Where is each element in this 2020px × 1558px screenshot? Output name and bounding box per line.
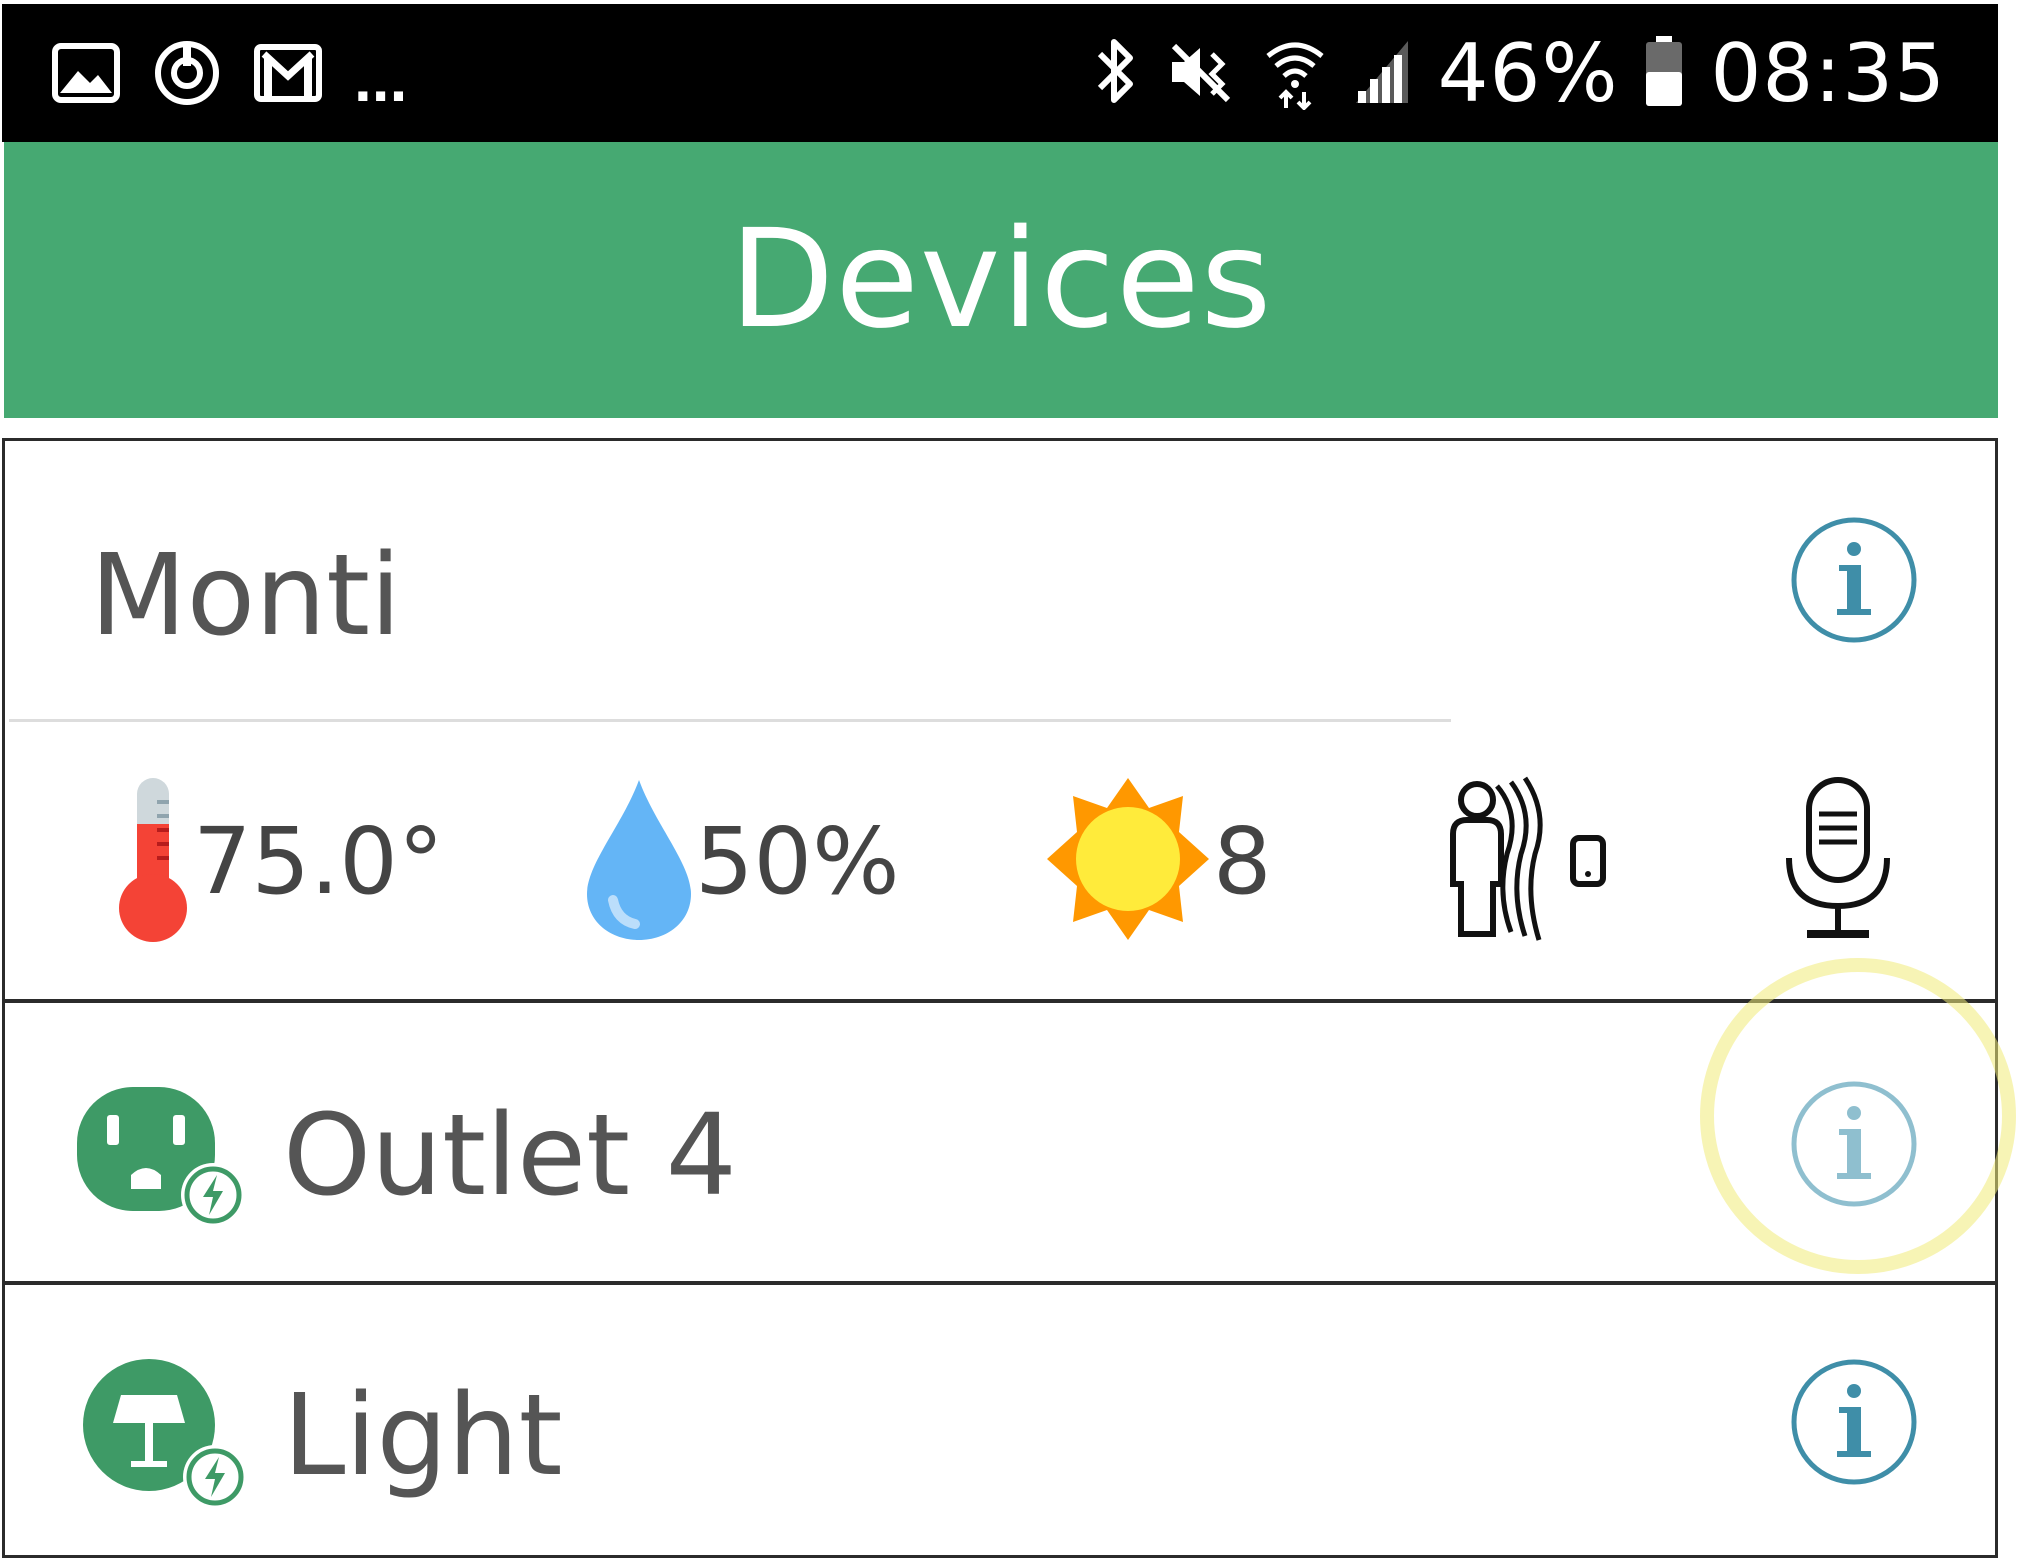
motion-sensor-icon: [1437, 774, 1617, 949]
sensor-row: 75.0° 50% 8: [5, 721, 1995, 1001]
light-value: 8: [1213, 807, 1272, 915]
cell-signal-icon: [1352, 37, 1412, 112]
outlet-icon: [73, 1083, 253, 1233]
lamp-icon: [79, 1355, 259, 1515]
gallery-icon: [52, 42, 120, 108]
temperature-value: 75.0°: [193, 807, 444, 915]
notification-overflow: ...: [354, 43, 408, 115]
app-bar: Devices: [4, 142, 1998, 418]
gmail-icon: [254, 43, 322, 107]
humidity-value: 50%: [695, 807, 900, 915]
info-icon[interactable]: [1789, 1079, 1919, 1209]
temperature-sensor: 75.0°: [113, 721, 444, 1001]
humidity-sensor: 50%: [583, 721, 899, 1001]
device-name: Light: [283, 1371, 563, 1501]
battery-icon: [1644, 35, 1684, 113]
info-icon[interactable]: [1789, 1357, 1919, 1487]
status-bar: ... 46% 08:35: [2, 4, 1998, 142]
app-bar-spacer: [4, 418, 1998, 440]
thermometer-icon: [113, 774, 193, 949]
device-card-monti[interactable]: Monti 75.0° 50% 8: [2, 438, 1998, 1002]
motion-sensor: [1437, 721, 1617, 1001]
clock: 08:35: [1710, 27, 1946, 120]
status-bar-right: 46% 08:35: [1092, 34, 1946, 114]
microphone-icon: [1783, 774, 1893, 949]
light-sensor: 8: [1043, 721, 1272, 1001]
sound-sensor: [1783, 721, 1893, 1001]
info-icon[interactable]: [1789, 515, 1919, 645]
sun-icon: [1043, 774, 1213, 949]
status-bar-left: ...: [52, 38, 408, 115]
battery-percent: 46%: [1437, 27, 1619, 120]
wifi-icon: [1264, 34, 1326, 115]
device-card-outlet-4[interactable]: Outlet 4: [2, 1000, 1998, 1284]
device-name: Outlet 4: [283, 1091, 737, 1221]
device-card-light[interactable]: Light: [2, 1282, 1998, 1558]
device-name: Monti: [90, 531, 402, 661]
vibrate-mute-icon: [1166, 36, 1238, 113]
bluetooth-icon: [1092, 32, 1140, 117]
device-screen: ... 46% 08:35 Devices Monti 75.0° 50% 8 …: [0, 0, 2016, 1558]
sync-icon: [152, 38, 222, 113]
page-title: Devices: [729, 201, 1273, 359]
water-drop-icon: [583, 774, 695, 949]
